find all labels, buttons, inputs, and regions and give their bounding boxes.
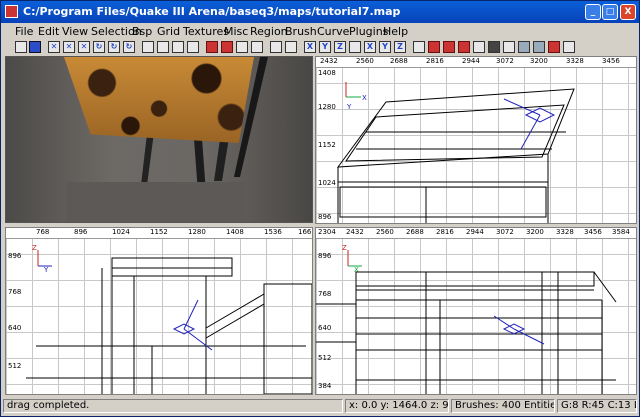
status-coordinates: x: 0.0 y: 1464.0 z: 984.0 (345, 399, 449, 413)
svg-text:Z: Z (32, 244, 37, 252)
change-views-icon[interactable] (270, 41, 282, 53)
xy-view[interactable]: 2432 2560 2688 2816 2944 3072 3200 3328 … (315, 56, 637, 224)
rotate-z-icon[interactable]: ↻ (123, 41, 135, 53)
cap-icon[interactable] (458, 41, 470, 53)
menu-misc[interactable]: Misc (224, 25, 248, 38)
svg-text:Y: Y (346, 103, 352, 111)
status-grid: G:8 R:45 C:13 L:MR (557, 399, 637, 413)
patch-inspector-icon[interactable] (548, 41, 560, 53)
menu-grid[interactable]: Grid (157, 25, 180, 38)
save-icon[interactable] (29, 41, 41, 53)
xy-geometry: X Y (336, 82, 575, 223)
csg-subtract-icon[interactable] (206, 41, 218, 53)
camera-move-icon[interactable] (349, 41, 361, 53)
select-touching-icon[interactable] (157, 41, 169, 53)
menu-view[interactable]: View (62, 25, 88, 38)
svg-text:Z: Z (342, 244, 347, 252)
entity-list-icon[interactable]: Y (379, 41, 391, 53)
zy-view[interactable]: 768 896 1024 1152 1280 1408 1536 166 896… (5, 227, 313, 395)
rotate-x-icon[interactable]: ↻ (93, 41, 105, 53)
flip-x-icon[interactable]: ✕ (48, 41, 60, 53)
select-inside-icon[interactable] (187, 41, 199, 53)
face-mode-icon[interactable] (533, 41, 545, 53)
status-counts: Brushes: 400 Entities: 18 (451, 399, 555, 413)
camera-lava-texture (64, 57, 254, 143)
close-button[interactable]: X (620, 4, 636, 20)
toolbar: ✕ ✕ ✕ ↻ ↻ ↻ X Y Z X Y Z (1, 39, 639, 55)
zy-geometry: Z Y (26, 244, 312, 394)
menu-help[interactable]: Help (383, 25, 408, 38)
scale-lock-icon[interactable] (563, 41, 575, 53)
clipper-icon[interactable] (251, 41, 263, 53)
bend-icon[interactable] (428, 41, 440, 53)
xz-geometry: Z X (316, 244, 617, 394)
app-icon (5, 5, 18, 18)
hollow-icon[interactable] (236, 41, 248, 53)
file-open-icon[interactable] (15, 41, 27, 53)
status-message: drag completed. (3, 399, 343, 413)
insert-icon[interactable] (443, 41, 455, 53)
toggle-lock-icon[interactable]: Z (394, 41, 406, 53)
view-x-icon[interactable]: X (304, 41, 316, 53)
select-complete-tall-icon[interactable] (142, 41, 154, 53)
status-bar: drag completed. x: 0.0 y: 1464.0 z: 984.… (1, 398, 639, 416)
menu-textures[interactable]: Textures (183, 25, 229, 38)
menu-bsp[interactable]: Bsp (132, 25, 152, 38)
flip-z-icon[interactable]: ✕ (78, 41, 90, 53)
menu-bar: File Edit View Selection Bsp Grid Textur… (1, 23, 639, 39)
show-patches-icon[interactable] (413, 41, 425, 53)
view-z-icon[interactable]: Z (334, 41, 346, 53)
menu-edit[interactable]: Edit (38, 25, 59, 38)
weld-icon[interactable] (473, 41, 485, 53)
camera-floor (66, 182, 246, 222)
flip-y-icon[interactable]: ✕ (63, 41, 75, 53)
maximize-button[interactable]: □ (602, 4, 618, 20)
menu-region[interactable]: Region (250, 25, 288, 38)
vertex-mode-icon[interactable] (518, 41, 530, 53)
view-y-icon[interactable]: Y (319, 41, 331, 53)
rotate-y-icon[interactable]: ↻ (108, 41, 120, 53)
csg-merge-icon[interactable] (221, 41, 233, 53)
window-title: C:/Program Files/Quake III Arena/baseq3/… (23, 5, 401, 18)
camera-view[interactable] (5, 56, 313, 223)
select-partial-tall-icon[interactable] (172, 41, 184, 53)
drill-icon[interactable] (488, 41, 500, 53)
xz-view[interactable]: 2304 2432 2560 2688 2816 2944 3072 3200 … (315, 227, 637, 395)
menu-brush[interactable]: Brush (285, 25, 317, 38)
tangent-icon[interactable] (503, 41, 515, 53)
svg-text:Y: Y (43, 266, 49, 274)
svg-text:X: X (362, 94, 367, 102)
menu-curve[interactable]: Curve (317, 25, 349, 38)
cubic-clip-icon[interactable]: X (364, 41, 376, 53)
texture-lock-icon[interactable] (285, 41, 297, 53)
minimize-button[interactable]: _ (585, 4, 601, 20)
application-window: C:/Program Files/Quake III Arena/baseq3/… (0, 0, 640, 417)
title-bar: C:/Program Files/Quake III Arena/baseq3/… (1, 1, 639, 23)
menu-file[interactable]: File (15, 25, 33, 38)
